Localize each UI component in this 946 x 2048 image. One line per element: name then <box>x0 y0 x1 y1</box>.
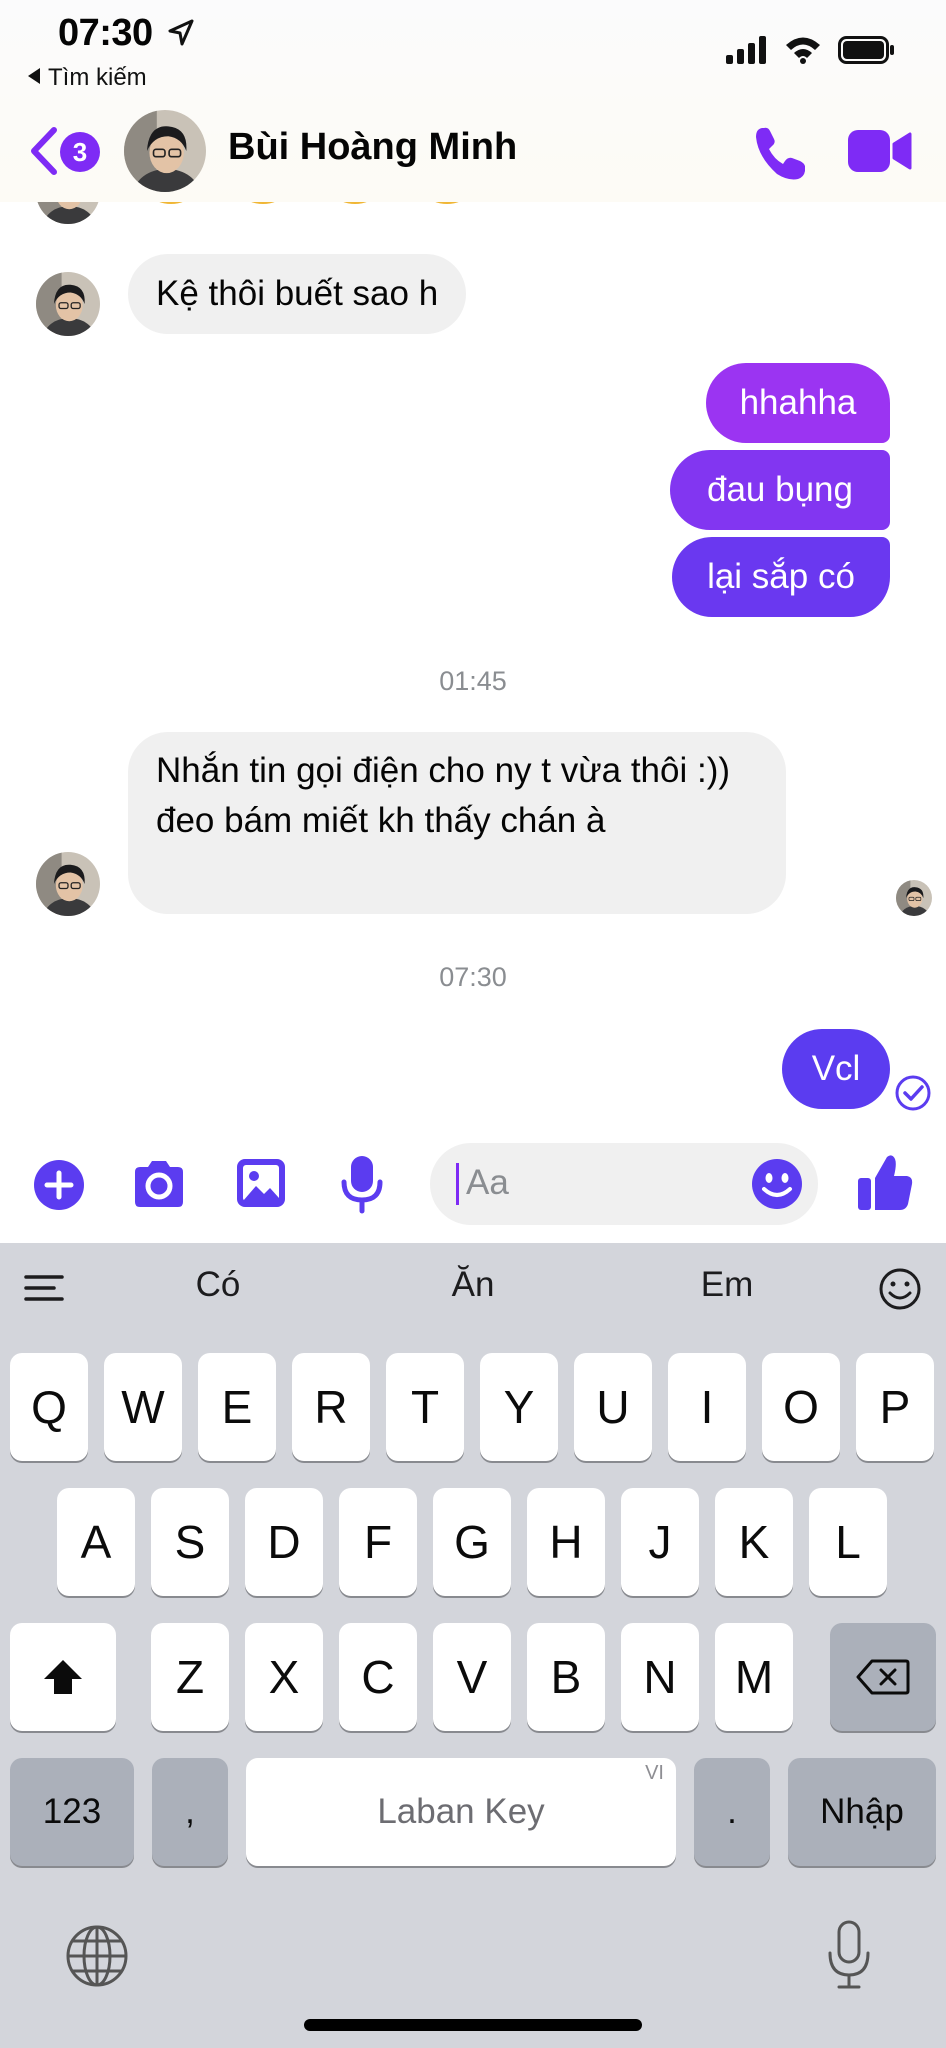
keyboard: Có Ăn Em Q W E R T Y U I O P A S D F G H… <box>0 1243 946 2048</box>
dictation-mic-icon[interactable] <box>824 1919 874 1991</box>
key-j[interactable]: J <box>621 1488 699 1596</box>
key-d[interactable]: D <box>245 1488 323 1596</box>
space-label: Laban Key <box>377 1792 545 1831</box>
key-p[interactable]: P <box>856 1353 934 1461</box>
image-icon[interactable] <box>234 1156 288 1210</box>
key-h[interactable]: H <box>527 1488 605 1596</box>
read-receipt-avatar <box>896 880 932 916</box>
key-m[interactable]: M <box>715 1623 793 1731</box>
backspace-icon <box>856 1659 910 1695</box>
timestamp: 01:45 <box>439 666 507 696</box>
shift-key[interactable] <box>10 1623 116 1731</box>
key-u[interactable]: U <box>574 1353 652 1461</box>
space-key[interactable]: Laban Key VI <box>246 1758 676 1866</box>
plus-icon[interactable] <box>32 1158 86 1212</box>
sent-check-icon <box>895 1075 931 1111</box>
contact-avatar[interactable] <box>36 272 100 336</box>
language-tag: VI <box>645 1762 664 1784</box>
key-w[interactable]: W <box>104 1353 182 1461</box>
key-s[interactable]: S <box>151 1488 229 1596</box>
incoming-message[interactable]: Kệ thôi buết sao h <box>128 254 467 334</box>
unread-badge: 3 <box>60 132 100 172</box>
key-y[interactable]: Y <box>480 1353 558 1461</box>
shift-icon <box>44 1660 82 1694</box>
contact-avatar[interactable] <box>36 852 100 916</box>
incoming-message[interactable]: Nhắn tin gọi điện cho ny t vừa thôi :)) … <box>128 732 786 914</box>
key-k[interactable]: K <box>715 1488 793 1596</box>
outgoing-message[interactable]: Vcl <box>782 1029 890 1109</box>
back-app-label: Tìm kiếm <box>48 64 147 91</box>
wifi-icon <box>786 37 820 64</box>
location-arrow-icon <box>168 19 194 46</box>
camera-icon[interactable] <box>130 1156 188 1212</box>
contact-name[interactable]: Bùi Hoàng Minh <box>228 126 517 169</box>
key-g[interactable]: G <box>433 1488 511 1596</box>
period-key[interactable]: . <box>694 1758 770 1866</box>
text-caret <box>456 1163 459 1205</box>
key-o[interactable]: O <box>762 1353 840 1461</box>
comma-key[interactable]: , <box>152 1758 228 1866</box>
key-t[interactable]: T <box>386 1353 464 1461</box>
backspace-key[interactable] <box>830 1623 936 1731</box>
status-time: 07:30 <box>58 12 153 54</box>
outgoing-message[interactable]: hhahha <box>706 363 890 443</box>
key-a[interactable]: A <box>57 1488 135 1596</box>
home-indicator[interactable] <box>304 2019 642 2031</box>
key-q[interactable]: Q <box>10 1353 88 1461</box>
message-placeholder: Aa <box>466 1163 509 1202</box>
top-bar: 07:30 Tìm kiếm 3 Bùi Hoàng Minh <box>0 0 946 202</box>
cellular-signal-icon <box>726 36 766 64</box>
key-v[interactable]: V <box>433 1623 511 1731</box>
emoji-icon[interactable] <box>750 1157 804 1211</box>
back-triangle-icon <box>28 68 40 84</box>
suggestion-bar: Có Ăn Em <box>0 1243 946 1333</box>
key-c[interactable]: C <box>339 1623 417 1731</box>
message-input[interactable]: Aa <box>430 1143 818 1225</box>
outgoing-message[interactable]: lại sắp có <box>672 537 890 617</box>
outgoing-message[interactable]: đau bụng <box>670 450 890 530</box>
phone-icon[interactable] <box>752 124 810 182</box>
back-to-app-link[interactable]: Tìm kiếm <box>28 64 147 92</box>
key-z[interactable]: Z <box>151 1623 229 1731</box>
menu-icon[interactable] <box>24 1271 66 1305</box>
key-x[interactable]: X <box>245 1623 323 1731</box>
return-key[interactable]: Nhập <box>788 1758 936 1866</box>
key-b[interactable]: B <box>527 1623 605 1731</box>
key-l[interactable]: L <box>809 1488 887 1596</box>
timestamp: 07:30 <box>439 962 507 992</box>
suggestion-3[interactable]: Em <box>627 1265 827 1305</box>
suggestion-1[interactable]: Có <box>118 1265 318 1305</box>
numbers-key[interactable]: 123 <box>10 1758 134 1866</box>
thumbs-up-icon[interactable] <box>856 1152 914 1212</box>
globe-icon[interactable] <box>64 1923 130 1989</box>
key-e[interactable]: E <box>198 1353 276 1461</box>
battery-icon <box>838 36 894 64</box>
key-n[interactable]: N <box>621 1623 699 1731</box>
suggestion-2[interactable]: Ăn <box>373 1265 573 1305</box>
smiley-icon[interactable] <box>878 1267 922 1311</box>
key-f[interactable]: F <box>339 1488 417 1596</box>
contact-avatar[interactable] <box>124 110 206 192</box>
microphone-icon[interactable] <box>340 1154 384 1214</box>
key-r[interactable]: R <box>292 1353 370 1461</box>
key-i[interactable]: I <box>668 1353 746 1461</box>
video-camera-icon[interactable] <box>848 126 912 176</box>
